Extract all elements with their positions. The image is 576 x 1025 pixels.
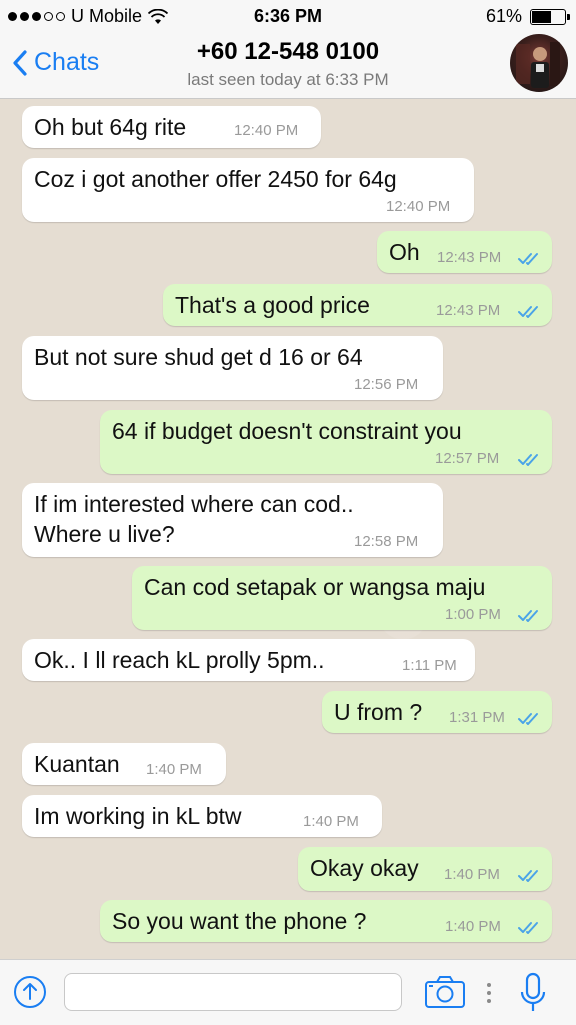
last-seen-status: last seen today at 6:33 PM [187, 70, 389, 89]
message-text: Im working in kL btw [34, 803, 242, 829]
incoming-message[interactable]: Im working in kL btw 1:40 PM [22, 795, 382, 837]
attach-button[interactable] [14, 976, 46, 1008]
read-receipt-icon [518, 454, 538, 466]
message-list[interactable]: Oh but 64g rite 12:40 PM Coz i got another… [0, 99, 576, 959]
incoming-message[interactable]: Kuantan 1:40 PM [22, 743, 226, 785]
outgoing-message[interactable]: Can cod setapak or wangsa maju 1:00 PM [132, 566, 552, 630]
outgoing-message[interactable]: That's a good price 12:43 PM [163, 284, 552, 326]
battery-status: 61% [485, 6, 570, 27]
chat-header: Chats +60 12-548 0100 last seen today at… [0, 32, 576, 99]
message-text: Oh but 64g rite [34, 114, 187, 140]
microphone-icon [520, 972, 546, 1011]
read-receipt-icon [518, 870, 538, 882]
message-text: Kuantan [34, 751, 120, 777]
separator-dots-icon [487, 983, 491, 1003]
status-bar: U Mobile 6:36 PM 61% [0, 0, 576, 32]
contact-name[interactable]: +60 12-548 0100 [0, 38, 576, 66]
message-text: Oh [389, 239, 420, 265]
message-timestamp: 1:40 PM [444, 866, 500, 883]
battery-icon [530, 8, 570, 25]
message-text: If im interested where can cod.. [34, 491, 354, 517]
microphone-button[interactable] [518, 972, 548, 1014]
message-timestamp: 12:56 PM [354, 376, 419, 393]
message-timestamp: 12:40 PM [234, 122, 299, 139]
message-timestamp: 12:58 PM [354, 533, 419, 550]
message-text: But not sure shud get d 16 or 64 [34, 344, 363, 370]
battery-percent: 61% [485, 6, 522, 26]
camera-icon [425, 976, 465, 1008]
message-timestamp: 1:40 PM [146, 761, 202, 778]
message-input[interactable] [64, 973, 402, 1011]
message-timestamp: 1:31 PM [449, 709, 505, 726]
incoming-message[interactable]: But not sure shud get d 16 or 64 12:56 PM [22, 336, 443, 400]
arrow-up-icon [23, 983, 37, 1000]
message-text: Okay okay [310, 855, 419, 881]
message-text-line-2: Where u live? [34, 521, 175, 547]
message-text: Ok.. I ll reach kL prolly 5pm.. [34, 647, 325, 673]
composer-bar [0, 959, 576, 1025]
outgoing-message[interactable]: 64 if budget doesn't constraint you 12:57… [100, 410, 552, 474]
message-timestamp: 12:40 PM [386, 198, 451, 215]
message-text: U from ? [334, 699, 423, 725]
incoming-message[interactable]: If im interested where can cod.. Where u … [22, 483, 443, 557]
message-text: 64 if budget doesn't constraint you [112, 418, 462, 444]
incoming-message[interactable]: Ok.. I ll reach kL prolly 5pm.. 1:11 PM [22, 639, 475, 681]
outgoing-message[interactable]: Oh 12:43 PM [377, 231, 552, 273]
outgoing-message[interactable]: U from ? 1:31 PM [322, 691, 552, 733]
read-receipt-icon [518, 922, 538, 934]
message-text: So you want the phone ? [112, 908, 367, 934]
read-receipt-icon [518, 713, 538, 725]
message-timestamp: 12:43 PM [436, 302, 501, 319]
incoming-message[interactable]: Oh but 64g rite 12:40 PM [22, 106, 321, 148]
camera-button[interactable] [424, 975, 466, 1009]
message-timestamp: 1:00 PM [445, 606, 501, 623]
outgoing-message[interactable]: So you want the phone ? 1:40 PM [100, 900, 552, 942]
read-receipt-icon [518, 306, 538, 318]
read-receipt-icon [518, 610, 538, 622]
message-text: That's a good price [175, 292, 370, 318]
message-timestamp: 1:11 PM [402, 657, 457, 674]
avatar-image [516, 42, 560, 88]
message-timestamp: 12:43 PM [437, 249, 502, 266]
read-receipt-icon [518, 253, 538, 265]
message-timestamp: 1:40 PM [445, 918, 501, 935]
incoming-message[interactable]: Coz i got another offer 2450 for 64g 12:4… [22, 158, 474, 222]
outgoing-message[interactable]: Okay okay 1:40 PM [298, 847, 552, 891]
message-timestamp: 1:40 PM [303, 813, 359, 830]
message-text: Coz i got another offer 2450 for 64g [34, 166, 397, 192]
message-timestamp: 12:57 PM [435, 450, 500, 467]
avatar[interactable] [510, 34, 568, 92]
message-text: Can cod setapak or wangsa maju [144, 574, 486, 600]
